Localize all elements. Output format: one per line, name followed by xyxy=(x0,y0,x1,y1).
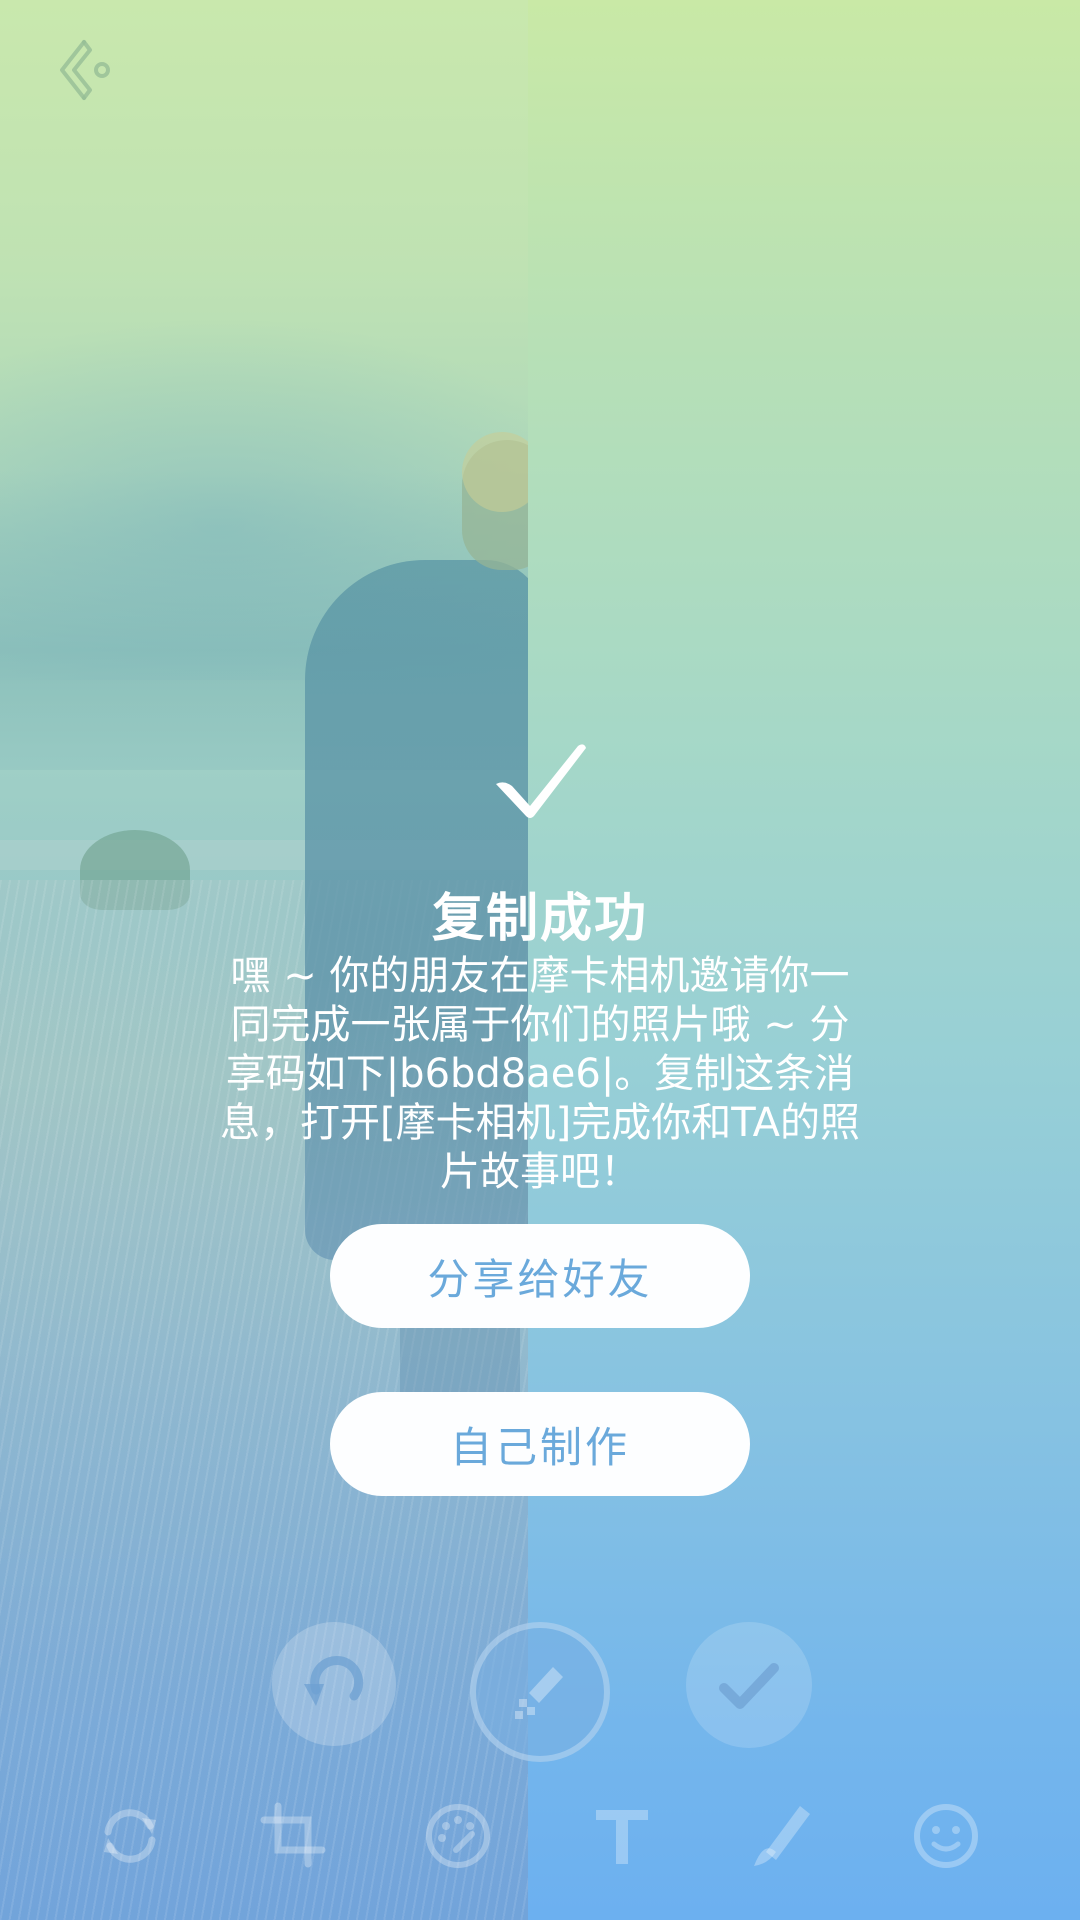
checkmark-icon xyxy=(496,744,586,818)
share-to-friend-button[interactable]: 分享给好友 xyxy=(330,1224,750,1328)
draw-icon[interactable] xyxy=(746,1800,818,1872)
share-message: 嘿 ~ 你的朋友在摩卡相机邀请你一同完成一张属于你们的照片哦 ~ 分享码如下|b… xyxy=(220,953,860,1195)
confirm-check-icon xyxy=(719,1663,779,1709)
dialog-title: 复制成功 xyxy=(431,889,648,949)
brush-button[interactable] xyxy=(470,1622,610,1762)
sticker-face-icon[interactable] xyxy=(910,1800,982,1872)
undo-icon xyxy=(304,1655,364,1706)
back-arrow-icon[interactable] xyxy=(54,36,118,108)
undo-button[interactable] xyxy=(272,1622,396,1746)
crop-icon[interactable] xyxy=(258,1800,330,1872)
make-myself-button[interactable]: 自己制作 xyxy=(330,1392,750,1496)
share-success-screen: 复制成功 嘿 ~ 你的朋友在摩卡相机邀请你一同完成一张属于你们的照片哦 ~ 分享… xyxy=(0,0,1080,1920)
confirm-button[interactable] xyxy=(686,1622,812,1748)
rotate-icon[interactable] xyxy=(94,1800,166,1872)
text-icon[interactable] xyxy=(586,1800,658,1872)
palette-icon[interactable] xyxy=(422,1800,494,1872)
brush-icon xyxy=(515,1667,563,1719)
